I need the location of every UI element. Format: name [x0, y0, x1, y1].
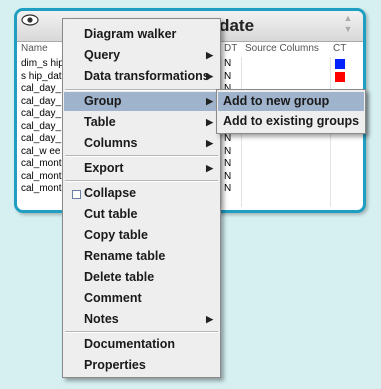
menu-item-label: Copy table	[84, 228, 148, 242]
table-row[interactable]: s hip_dat	[21, 71, 62, 83]
table-row[interactable]: cal_day_	[21, 108, 61, 120]
menu-item-columns[interactable]: Columns ▶	[64, 134, 219, 153]
column-name-cell: cal_day_	[21, 95, 62, 107]
menu-item-label: Data transformations	[84, 69, 210, 83]
column-name-cell: cal_mont	[21, 158, 62, 169]
submenu-item-label: Add to existing groups	[223, 114, 360, 128]
menu-item-label: Collapse	[84, 186, 137, 200]
menu-item-label: Diagram walker	[84, 27, 177, 41]
menu-item-query[interactable]: Query ▶	[64, 46, 219, 65]
menu-separator	[65, 180, 218, 182]
menu-separator	[65, 155, 218, 157]
menu-item-label: Rename table	[84, 249, 166, 263]
collapse-checkbox[interactable]	[72, 190, 81, 199]
menu-item-group[interactable]: Group ▶	[64, 92, 219, 111]
menu-item-label: Documentation	[84, 337, 175, 351]
column-name-cell: cal_mont	[21, 183, 62, 194]
submenu-arrow-icon: ▶	[206, 117, 213, 127]
table-row[interactable]: cal_w ee	[21, 146, 60, 158]
menu-item-diagram-walker[interactable]: Diagram walker	[64, 25, 219, 44]
dt-cell: N	[224, 145, 232, 157]
column-header-source[interactable]: Source Columns	[245, 43, 319, 57]
submenu-arrow-icon: ▶	[206, 50, 213, 60]
column-header-ct[interactable]: CT	[333, 43, 346, 57]
menu-item-copy-table[interactable]: Copy table	[64, 226, 219, 245]
table-row[interactable]: cal_day_	[21, 133, 61, 145]
submenu-item-add-to-existing-groups[interactable]: Add to existing groups	[218, 112, 364, 131]
menu-item-label: Properties	[84, 358, 146, 372]
scroll-up-icon[interactable]: ▲	[343, 13, 353, 24]
group-submenu: Add to new group Add to existing groups	[216, 89, 366, 134]
menu-item-label: Export	[84, 161, 124, 175]
menu-item-comment[interactable]: Comment	[64, 289, 219, 308]
menu-item-label: Query	[84, 48, 121, 62]
column-header-name[interactable]: Name	[21, 43, 48, 57]
menu-item-label: Notes	[84, 312, 119, 326]
menu-separator	[65, 89, 218, 91]
table-row[interactable]: cal_day_	[21, 83, 61, 95]
menu-item-label: Group	[84, 94, 122, 108]
column-name-cell: cal_day_	[21, 108, 62, 119]
menu-item-label: Cut table	[84, 207, 138, 221]
table-row[interactable]: cal_day_	[21, 121, 61, 133]
column-name-cell: cal_w ee	[21, 145, 61, 157]
menu-item-label: Delete table	[84, 270, 155, 284]
submenu-arrow-icon: ▶	[206, 71, 213, 81]
table-row[interactable]: dim_s hip	[21, 58, 64, 70]
column-name-cell: s hip_dat	[21, 70, 62, 82]
column-name-cell: dim_s hip	[21, 58, 64, 69]
column-header-dt[interactable]: DT	[224, 43, 237, 57]
submenu-item-label: Add to new group	[223, 94, 330, 108]
column-name-cell: cal_mont	[21, 170, 62, 182]
table-row[interactable]: cal_mont	[21, 158, 62, 170]
ct-color-swatch	[335, 59, 345, 69]
menu-item-label: Table	[84, 115, 116, 129]
submenu-arrow-icon: ▶	[206, 96, 213, 106]
menu-item-label: Columns	[84, 136, 138, 150]
menu-item-label: Comment	[84, 291, 142, 305]
menu-item-table[interactable]: Table ▶	[64, 113, 219, 132]
dt-cell: N	[224, 58, 232, 69]
submenu-arrow-icon: ▶	[206, 138, 213, 148]
dt-cell: N	[224, 70, 232, 82]
dt-cell: N	[224, 133, 232, 144]
column-name-cell: cal_day_	[21, 120, 62, 132]
dt-cell: N	[224, 170, 232, 182]
menu-item-notes[interactable]: Notes ▶	[64, 310, 219, 329]
table-row[interactable]: cal_mont	[21, 171, 62, 183]
submenu-arrow-icon: ▶	[206, 163, 213, 173]
menu-item-collapse[interactable]: Collapse	[64, 184, 219, 203]
submenu-arrow-icon: ▶	[206, 314, 213, 324]
ct-color-swatch	[335, 71, 345, 82]
menu-item-cut-table[interactable]: Cut table	[64, 205, 219, 224]
column-name-cell: cal_day_	[21, 133, 62, 144]
dt-cell: N	[224, 158, 232, 169]
table-row[interactable]: cal_day_	[21, 96, 61, 108]
menu-item-documentation[interactable]: Documentation	[64, 335, 219, 354]
menu-item-delete-table[interactable]: Delete table	[64, 268, 219, 287]
table-row[interactable]: cal_mont	[21, 183, 62, 195]
context-menu: Diagram walker Query ▶ Data transformatio…	[62, 18, 221, 378]
menu-item-export[interactable]: Export ▶	[64, 159, 219, 178]
submenu-item-add-to-new-group[interactable]: Add to new group	[218, 92, 364, 111]
dt-cell: N	[224, 183, 232, 194]
menu-item-data-transformations[interactable]: Data transformations ▶	[64, 67, 219, 86]
menu-item-properties[interactable]: Properties	[64, 356, 219, 375]
menu-item-rename-table[interactable]: Rename table	[64, 247, 219, 266]
scroll-down-icon[interactable]: ▼	[343, 24, 353, 35]
menu-separator	[65, 331, 218, 333]
eye-icon[interactable]	[21, 14, 39, 26]
column-name-cell: cal_day_	[21, 83, 62, 94]
